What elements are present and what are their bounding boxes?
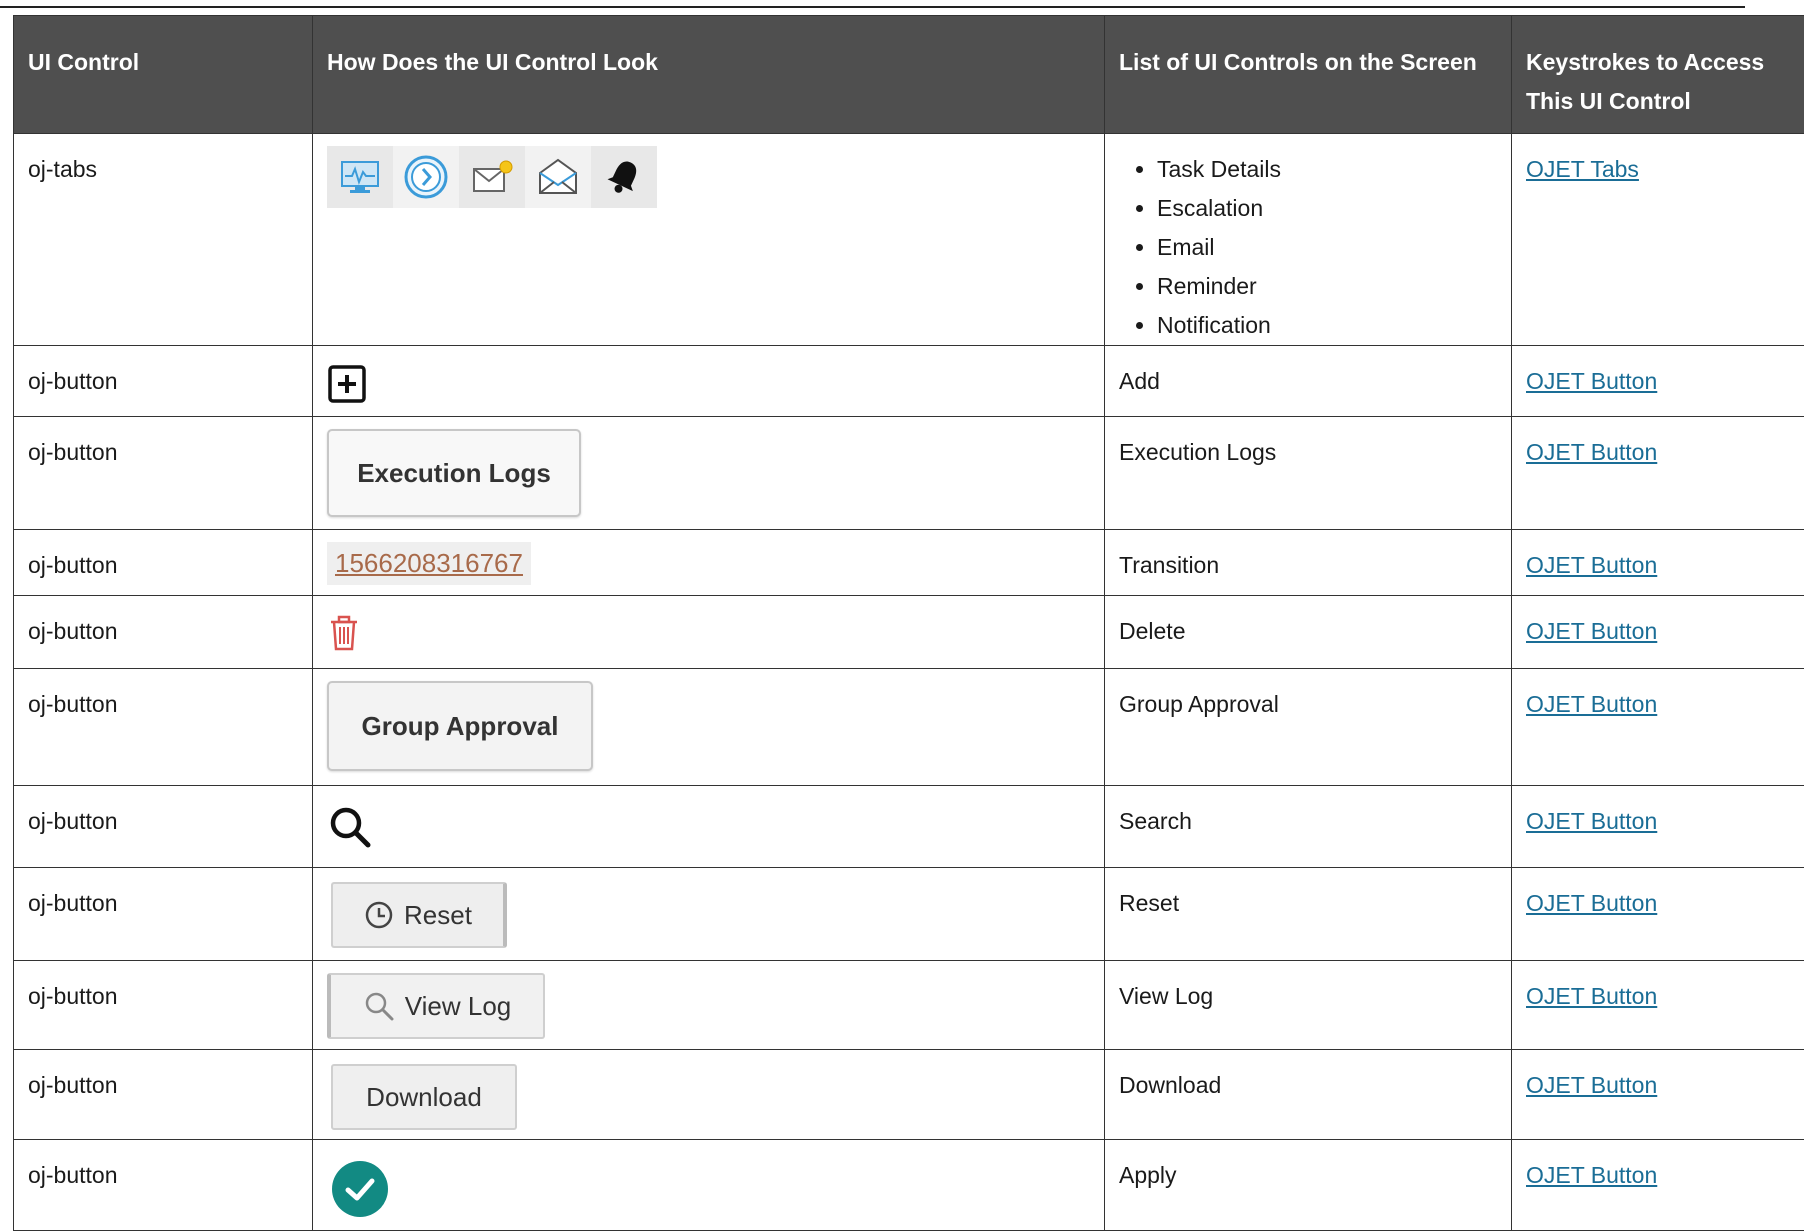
cell-control: oj-button: [14, 669, 313, 786]
list-item: Notification: [1157, 306, 1497, 345]
cell-keystrokes: OJET Tabs: [1512, 134, 1804, 346]
check-circle-icon[interactable]: [331, 1160, 389, 1230]
ojet-button-link[interactable]: OJET Button: [1526, 808, 1657, 834]
cell-keystrokes: OJET Button: [1512, 786, 1804, 868]
header-keystrokes: Keystrokes to Access This UI Control: [1512, 16, 1804, 134]
search-icon[interactable]: [327, 804, 373, 862]
cell-control: oj-button: [14, 1140, 313, 1231]
plus-square-icon[interactable]: [327, 364, 367, 416]
cell-control: oj-button: [14, 417, 313, 530]
table-row: oj-button Delete OJET Button: [14, 596, 1804, 669]
clock-icon: [364, 900, 394, 930]
ojet-button-link[interactable]: OJET Button: [1526, 552, 1657, 578]
cell-screen-list: Task Details Escalation Email Reminder N…: [1105, 134, 1512, 346]
cell-control: oj-button: [14, 596, 313, 669]
cell-screen-list: Reset: [1105, 868, 1512, 961]
cell-look: [313, 134, 1105, 346]
monitor-icon[interactable]: [327, 146, 393, 208]
cell-screen-list: Add: [1105, 346, 1512, 417]
ojet-button-link[interactable]: OJET Button: [1526, 1072, 1657, 1098]
cell-screen-list: Execution Logs: [1105, 417, 1512, 530]
ojet-button-link[interactable]: OJET Button: [1526, 983, 1657, 1009]
execution-logs-button[interactable]: Execution Logs: [327, 429, 581, 517]
reset-button[interactable]: Reset: [331, 882, 507, 948]
cell-control: oj-button: [14, 1050, 313, 1140]
ojet-button-link[interactable]: OJET Button: [1526, 439, 1657, 465]
cell-look: [313, 346, 1105, 417]
cell-screen-list: Group Approval: [1105, 669, 1512, 786]
table-row: oj-button 1566208316767 Transition OJET …: [14, 530, 1804, 596]
tabs-preview: [327, 146, 1090, 208]
cell-control: oj-button: [14, 961, 313, 1050]
cell-control: oj-tabs: [14, 134, 313, 346]
cell-look: View Log: [313, 961, 1105, 1050]
ojet-button-link[interactable]: OJET Button: [1526, 1162, 1657, 1188]
ojet-button-link[interactable]: OJET Button: [1526, 691, 1657, 717]
cell-control: oj-button: [14, 346, 313, 417]
table-row: oj-button View Log View Log OJET Button: [14, 961, 1804, 1050]
table-row: oj-button Download Download OJET Button: [14, 1050, 1804, 1140]
view-log-label: View Log: [405, 987, 512, 1026]
table-row: oj-button Group Approval Group Approval …: [14, 669, 1804, 786]
list-item: Reminder: [1157, 267, 1497, 306]
list-item: Task Details: [1157, 150, 1497, 189]
ojet-button-link[interactable]: OJET Button: [1526, 890, 1657, 916]
list-item: Escalation: [1157, 189, 1497, 228]
cell-look: Group Approval: [313, 669, 1105, 786]
cell-screen-list: Download: [1105, 1050, 1512, 1140]
ojet-button-link[interactable]: OJET Button: [1526, 368, 1657, 394]
table-row: oj-button Apply OJET Button: [14, 1140, 1804, 1231]
table-row: oj-button Execution Logs Execution Logs …: [14, 417, 1804, 530]
cell-keystrokes: OJET Button: [1512, 417, 1804, 530]
header-ui-control: UI Control: [14, 16, 313, 134]
cell-keystrokes: OJET Button: [1512, 669, 1804, 786]
cell-control: oj-button: [14, 868, 313, 961]
cell-screen-list: View Log: [1105, 961, 1512, 1050]
cell-screen-list: Apply: [1105, 1140, 1512, 1231]
table-header-row: UI Control How Does the UI Control Look …: [14, 16, 1804, 134]
cell-keystrokes: OJET Button: [1512, 346, 1804, 417]
table-row: oj-button Add OJET Button: [14, 346, 1804, 417]
cell-control: oj-button: [14, 530, 313, 596]
magnifier-icon: [363, 990, 395, 1022]
cell-look: [313, 596, 1105, 669]
cell-keystrokes: OJET Button: [1512, 868, 1804, 961]
trash-icon[interactable]: [327, 614, 361, 664]
cell-look: Reset: [313, 868, 1105, 961]
table-row: oj-tabs: [14, 134, 1804, 346]
control-list: Task Details Escalation Email Reminder N…: [1119, 150, 1497, 345]
cell-control: oj-button: [14, 786, 313, 868]
list-item: Email: [1157, 228, 1497, 267]
top-rule: [0, 6, 1745, 8]
cell-look: Execution Logs: [313, 417, 1105, 530]
table-row: oj-button Search OJET Button: [14, 786, 1804, 868]
cell-look: [313, 1140, 1105, 1231]
ojet-tabs-link[interactable]: OJET Tabs: [1526, 156, 1639, 182]
email-new-icon[interactable]: [459, 146, 525, 208]
open-envelope-icon[interactable]: [525, 146, 591, 208]
transition-id-link[interactable]: 1566208316767: [327, 542, 531, 585]
ojet-button-link[interactable]: OJET Button: [1526, 618, 1657, 644]
cell-look: 1566208316767: [313, 530, 1105, 596]
cell-look: [313, 786, 1105, 868]
group-approval-button[interactable]: Group Approval: [327, 681, 593, 771]
cell-keystrokes: OJET Button: [1512, 596, 1804, 669]
cell-screen-list: Transition: [1105, 530, 1512, 596]
table-row: oj-button Reset Reset OJET Button: [14, 868, 1804, 961]
cell-look: Download: [313, 1050, 1105, 1140]
view-log-button[interactable]: View Log: [327, 973, 545, 1039]
clock-arrow-icon[interactable]: [393, 146, 459, 208]
download-button[interactable]: Download: [331, 1064, 517, 1130]
header-list-of-controls: List of UI Controls on the Screen: [1105, 16, 1512, 134]
reset-label: Reset: [404, 896, 472, 935]
header-how-it-looks: How Does the UI Control Look: [313, 16, 1105, 134]
cell-keystrokes: OJET Button: [1512, 530, 1804, 596]
cell-screen-list: Search: [1105, 786, 1512, 868]
bell-icon[interactable]: [591, 146, 657, 208]
cell-keystrokes: OJET Button: [1512, 1140, 1804, 1231]
ui-controls-table: UI Control How Does the UI Control Look …: [13, 15, 1804, 1231]
cell-keystrokes: OJET Button: [1512, 1050, 1804, 1140]
cell-screen-list: Delete: [1105, 596, 1512, 669]
cell-keystrokes: OJET Button: [1512, 961, 1804, 1050]
